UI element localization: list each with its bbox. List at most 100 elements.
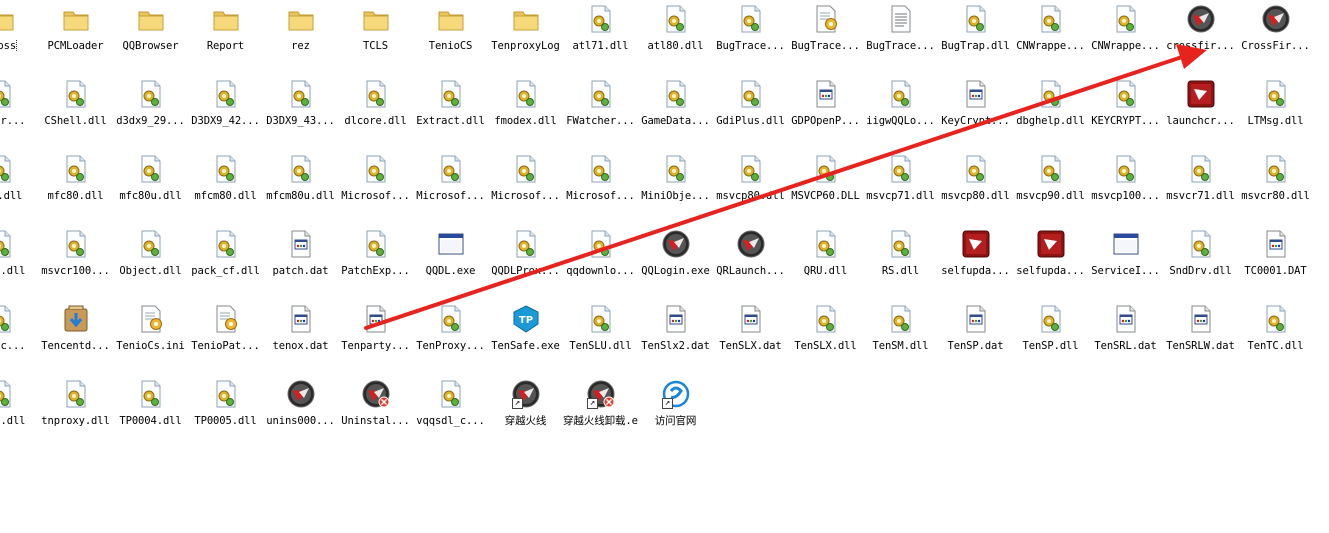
file-item[interactable]: fmodex.dll [488,75,563,147]
file-item[interactable]: D3DX9_42... [188,75,263,147]
file-item[interactable]: TenioPat... [188,300,263,372]
file-item[interactable]: Microsof... [413,150,488,222]
file-item[interactable]: TenProxy... [413,300,488,372]
file-item[interactable]: Uninstal... [338,375,413,447]
file-item[interactable]: QQBrowser [113,0,188,72]
file-item[interactable]: SndDrv.dll [1163,225,1238,297]
file-item[interactable]: TenSLX.dat [713,300,788,372]
file-item[interactable]: TenproxyLog [488,0,563,72]
file-item[interactable]: Microsof... [488,150,563,222]
file-item[interactable]: msvcr100... [38,225,113,297]
file-item[interactable]: rez [263,0,338,72]
file-item[interactable]: GDPOpenP... [788,75,863,147]
file-item[interactable]: ssfir... [0,75,38,147]
file-item[interactable]: TenSP.dat [938,300,1013,372]
file-item[interactable]: mfcm80u.dll [263,150,338,222]
file-item[interactable]: MiniObje... [638,150,713,222]
file-item[interactable]: Object.dll [113,225,188,297]
file-item[interactable]: Tencentd... [38,300,113,372]
file-item[interactable]: cr90.dll [0,225,38,297]
file-item[interactable]: QQDL.exe [413,225,488,297]
file-item[interactable]: dlcore.dll [338,75,413,147]
file-item[interactable]: TenioCS [413,0,488,72]
file-item[interactable]: TenSLX.dll [788,300,863,372]
file-item[interactable]: Cross [0,0,38,72]
file-item[interactable]: CNWrappe... [1088,0,1163,72]
file-item[interactable]: crossfir... [1163,0,1238,72]
file-item[interactable]: Extract.dll [413,75,488,147]
file-item[interactable]: atl71.dll [563,0,638,72]
file-item[interactable]: msvcp71.dll [863,150,938,222]
file-item[interactable]: Captc... [0,300,38,372]
file-item[interactable]: KEYCRYPT... [1088,75,1163,147]
file-item[interactable]: ServiceI... [1088,225,1163,297]
file-item[interactable]: BugTrace... [863,0,938,72]
file-item[interactable]: tenox.dat [263,300,338,372]
file-item[interactable]: CrossFir... [1238,0,1313,72]
file-item[interactable]: dbghelp.dll [1013,75,1088,147]
file-item[interactable]: PatchExp... [338,225,413,297]
file-item[interactable]: FWatcher... [563,75,638,147]
file-item[interactable]: KeyCrypt... [938,75,1013,147]
file-item[interactable]: msvcp80.dll [938,150,1013,222]
file-item[interactable]: RS.dll [863,225,938,297]
file-item[interactable]: TenSM.dll [863,300,938,372]
file-item[interactable]: pack_cf.dll [188,225,263,297]
file-item[interactable]: msvcp100... [1088,150,1163,222]
file-item[interactable]: msvcp90.dll [1013,150,1088,222]
file-item[interactable]: mfc80u.dll [113,150,188,222]
file-item[interactable]: Report [188,0,263,72]
file-item[interactable]: TP0005.dll [188,375,263,447]
file-item[interactable]: TenSRLW.dat [1163,300,1238,372]
file-item[interactable]: QQDLProx... [488,225,563,297]
file-item[interactable]: iigwQQLo... [863,75,938,147]
file-item[interactable]: TC0001.DAT [1238,225,1313,297]
file-item[interactable]: QRU.dll [788,225,863,297]
file-item[interactable]: atl80.dll [638,0,713,72]
file-item[interactable]: mfcm80.dll [188,150,263,222]
file-item[interactable]: vqqsdl_c... [413,375,488,447]
file-item[interactable]: TenSlx2.dat [638,300,713,372]
file-item[interactable]: BugTrace... [713,0,788,72]
file-item[interactable]: QRLaunch... [713,225,788,297]
file-item[interactable]: GdiPlus.dll [713,75,788,147]
file-item[interactable]: Tenparty... [338,300,413,372]
file-item[interactable]: Safe.dll [0,375,38,447]
file-item[interactable]: C71.dll [0,150,38,222]
file-item[interactable]: patch.dat [263,225,338,297]
file-item[interactable]: TenTC.dll [1238,300,1313,372]
file-item[interactable]: Microsof... [563,150,638,222]
file-item[interactable]: msvcr71.dll [1163,150,1238,222]
file-item[interactable]: TP0004.dll [113,375,188,447]
file-item[interactable]: ↗ 穿越火线 [488,375,563,447]
file-item[interactable]: BugTrap.dll [938,0,1013,72]
file-item[interactable]: selfupda... [1013,225,1088,297]
file-item[interactable]: mfc80.dll [38,150,113,222]
file-item[interactable]: TenSRL.dat [1088,300,1163,372]
file-item[interactable]: BugTrace... [788,0,863,72]
file-item[interactable]: TP TenSafe.exe [488,300,563,372]
file-item[interactable]: QQLogin.exe [638,225,713,297]
file-item[interactable]: unins000... [263,375,338,447]
file-item[interactable]: Microsof... [338,150,413,222]
file-item[interactable]: GameData... [638,75,713,147]
file-item[interactable]: qqdownlo... [563,225,638,297]
file-item[interactable]: msvcp80.dll [713,150,788,222]
file-item[interactable]: d3dx9_29... [113,75,188,147]
file-item[interactable]: TenioCs.ini [113,300,188,372]
file-item[interactable]: launchcr... [1163,75,1238,147]
file-item[interactable]: MSVCP60.DLL [788,150,863,222]
file-item[interactable]: D3DX9_43... [263,75,338,147]
file-item[interactable]: CShell.dll [38,75,113,147]
file-item[interactable]: selfupda... [938,225,1013,297]
file-item[interactable]: ↗ 访问官网 [638,375,713,447]
file-item[interactable]: CNWrappe... [1013,0,1088,72]
file-item[interactable]: tnproxy.dll [38,375,113,447]
file-item[interactable]: ↗ 穿越火线卸载.exe [563,375,638,447]
file-item[interactable]: LTMsg.dll [1238,75,1313,147]
file-item[interactable]: TenSLU.dll [563,300,638,372]
file-item[interactable]: msvcr80.dll [1238,150,1313,222]
file-item[interactable]: PCMLoader [38,0,113,72]
file-item[interactable]: TCLS [338,0,413,72]
file-item[interactable]: TenSP.dll [1013,300,1088,372]
